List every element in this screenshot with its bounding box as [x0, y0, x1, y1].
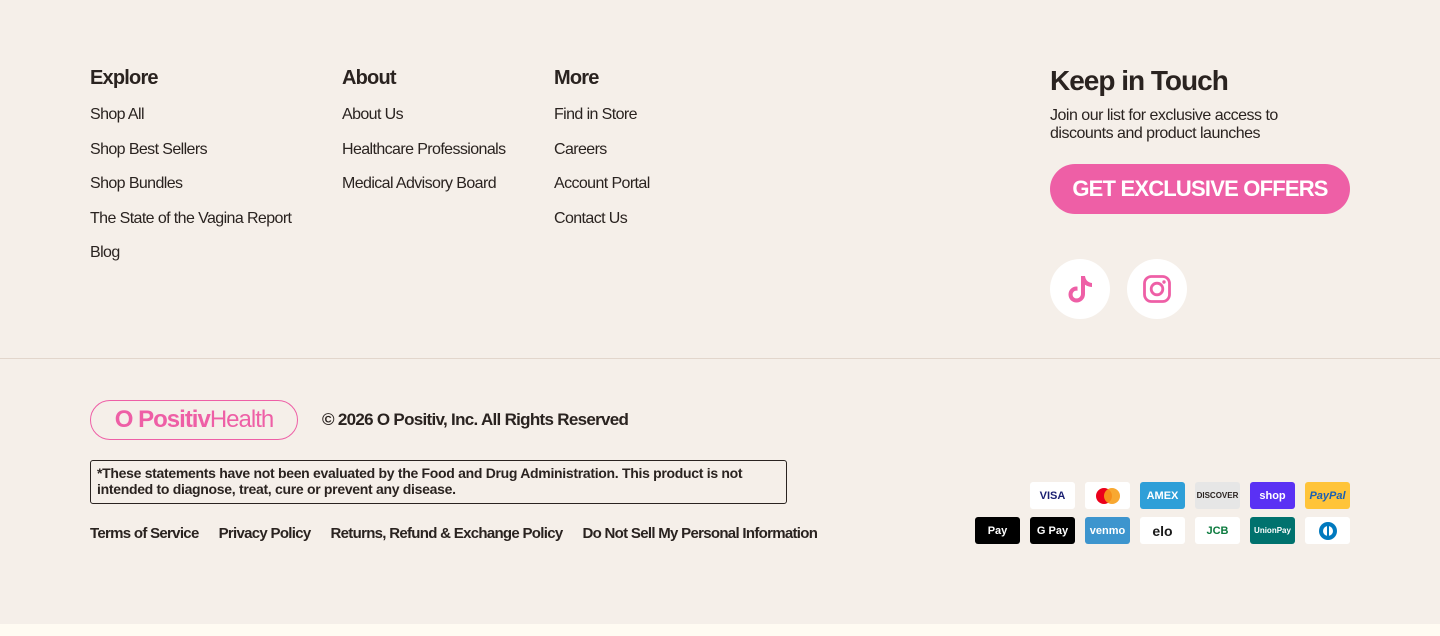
explore-column: Explore Shop All Shop Best Sellers Shop … — [90, 66, 292, 278]
copyright: © 2026 O Positiv, Inc. All Rights Reserv… — [322, 410, 629, 429]
link-blog[interactable]: Blog — [90, 243, 291, 278]
payment-methods: VISA AMEX DISCOVER shop PayPal Pay G Pay… — [970, 482, 1350, 552]
instagram-button[interactable] — [1127, 259, 1187, 319]
link-contact-us[interactable]: Contact Us — [554, 209, 650, 244]
elo-icon: elo — [1140, 517, 1185, 544]
link-account-portal[interactable]: Account Portal — [554, 174, 650, 209]
google-pay-icon: G Pay — [1030, 517, 1075, 544]
jcb-icon: JCB — [1195, 517, 1240, 544]
link-shop-best-sellers[interactable]: Shop Best Sellers — [90, 140, 291, 175]
link-returns-policy[interactable]: Returns, Refund & Exchange Policy — [331, 524, 564, 544]
diners-club-icon — [1305, 517, 1350, 544]
mastercard-icon — [1085, 482, 1130, 509]
tiktok-button[interactable] — [1050, 259, 1110, 319]
logo-bold-text: O Positiv — [114, 406, 211, 433]
keep-in-touch: Keep in Touch Join our list for exclusiv… — [1050, 64, 1350, 319]
logo-light-text: Health — [209, 406, 274, 433]
explore-heading: Explore — [90, 67, 159, 89]
link-healthcare-professionals[interactable]: Healthcare Professionals — [342, 140, 506, 175]
footer-top: Explore Shop All Shop Best Sellers Shop … — [0, 0, 1440, 359]
keep-in-touch-text: Join our list for exclusive access to di… — [1050, 107, 1278, 142]
link-careers[interactable]: Careers — [554, 140, 650, 175]
link-do-not-sell[interactable]: Do Not Sell My Personal Information — [582, 524, 817, 544]
about-column: About About Us Healthcare Professionals … — [342, 66, 506, 209]
get-exclusive-offers-button[interactable]: GET EXCLUSIVE OFFERS — [1050, 164, 1350, 214]
instagram-icon — [1143, 275, 1171, 303]
apple-pay-icon: Pay — [975, 517, 1020, 544]
social-links — [1050, 259, 1350, 319]
link-about-us[interactable]: About Us — [342, 105, 505, 140]
link-shop-all[interactable]: Shop All — [90, 105, 291, 140]
fda-disclaimer: *These statements have not been evaluate… — [90, 460, 787, 504]
o-positiv-health-logo[interactable]: O Positiv Health — [90, 400, 298, 440]
legal-links: Terms of Service Privacy Policy Returns,… — [90, 524, 818, 544]
tiktok-icon — [1068, 276, 1092, 303]
page-bottom-strip — [0, 624, 1440, 636]
paypal-icon: PayPal — [1305, 482, 1350, 509]
link-find-in-store[interactable]: Find in Store — [554, 105, 650, 140]
visa-icon: VISA — [1030, 482, 1075, 509]
link-medical-advisory-board[interactable]: Medical Advisory Board — [342, 174, 505, 209]
link-shop-bundles[interactable]: Shop Bundles — [90, 174, 291, 209]
amex-icon: AMEX — [1140, 482, 1185, 509]
link-vagina-report[interactable]: The State of the Vagina Report — [90, 209, 292, 244]
about-heading: About — [342, 67, 397, 89]
discover-icon: DISCOVER — [1195, 482, 1240, 509]
venmo-icon: venmo — [1085, 517, 1130, 544]
unionpay-icon: UnionPay — [1250, 517, 1295, 544]
link-privacy-policy[interactable]: Privacy Policy — [219, 524, 312, 544]
keep-in-touch-heading: Keep in Touch — [1050, 65, 1229, 96]
link-terms-of-service[interactable]: Terms of Service — [90, 524, 199, 544]
shop-pay-icon: shop — [1250, 482, 1295, 509]
more-heading: More — [554, 67, 599, 89]
more-column: More Find in Store Careers Account Porta… — [554, 66, 650, 243]
